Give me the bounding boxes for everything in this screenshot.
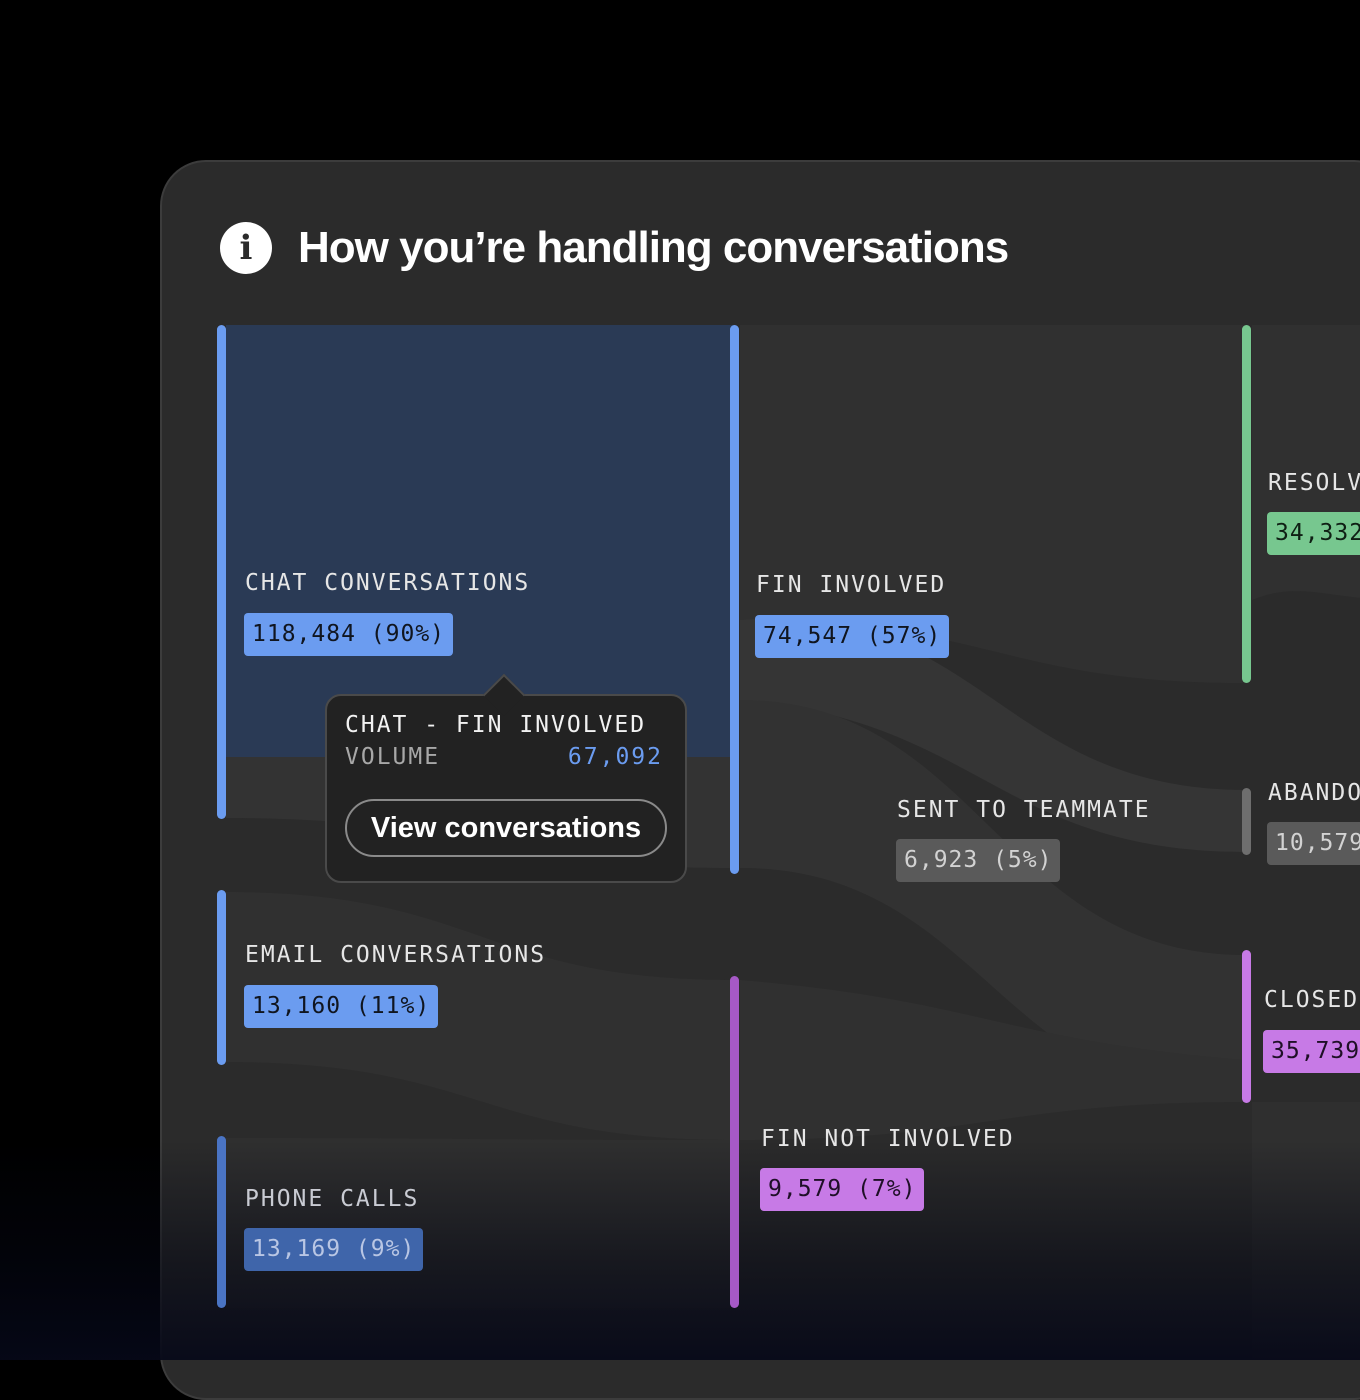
- closed-label: CLOSED: [1264, 987, 1360, 1013]
- tooltip-volume-label: VOLUME: [345, 744, 441, 770]
- fin-involved-node-bar[interactable]: [730, 325, 739, 874]
- resolved-out-flow[interactable]: [1252, 325, 1360, 600]
- email-node-label: EMAIL CONVERSATIONS: [245, 942, 547, 968]
- sent-to-teammate-value: 6,923 (5%): [896, 839, 1061, 882]
- email-node-value: 13,160 (11%): [244, 985, 439, 1028]
- resolved-value: 34,332: [1267, 512, 1360, 555]
- resolved-label: RESOLVE: [1268, 470, 1360, 496]
- page-title: How you’re handling conversations: [298, 223, 1009, 272]
- tooltip-volume-value: 67,092: [567, 744, 663, 770]
- sent-to-teammate-label: SENT TO TEAMMATE: [897, 797, 1151, 823]
- chat-node-bar[interactable]: [217, 325, 226, 819]
- notfin-right-flow[interactable]: [1252, 1102, 1360, 1360]
- sankey-flows: [226, 325, 1360, 1360]
- flow-tooltip: CHAT - FIN INVOLVED VOLUME 67,092 View c…: [325, 673, 687, 883]
- tooltip-title: CHAT - FIN INVOLVED: [345, 712, 647, 738]
- phone-node-bar[interactable]: [217, 1136, 226, 1308]
- closed-node-bar[interactable]: [1242, 950, 1251, 1103]
- phone-flow[interactable]: [226, 1138, 734, 1308]
- info-icon[interactable]: i: [220, 222, 272, 274]
- fin-not-involved-value: 9,579 (7%): [760, 1168, 925, 1211]
- fin-not-involved-label: FIN NOT INVOLVED: [761, 1126, 1015, 1152]
- fin-involved-value: 74,547 (57%): [755, 615, 950, 658]
- chat-fin-flow-highlight[interactable]: [226, 325, 734, 757]
- fin-involved-label: FIN INVOLVED: [756, 572, 947, 598]
- chart-header: i How you’re handling conversations: [220, 220, 1009, 276]
- phone-node-label: PHONE CALLS: [245, 1186, 420, 1212]
- closed-value: 35,739: [1263, 1030, 1360, 1073]
- chat-node-value: 118,484 (90%): [244, 613, 454, 656]
- chat-node-label: CHAT CONVERSATIONS: [245, 570, 531, 596]
- resolved-node-bar[interactable]: [1242, 325, 1251, 683]
- abandoned-label: ABANDON: [1268, 780, 1360, 806]
- phone-node-value: 13,169 (9%): [244, 1228, 424, 1271]
- abandoned-node-bar[interactable]: [1242, 788, 1251, 855]
- abandoned-value: 10,579: [1267, 822, 1360, 865]
- email-node-bar[interactable]: [217, 890, 226, 1065]
- view-conversations-button[interactable]: View conversations: [345, 799, 667, 857]
- fin-not-involved-node-bar[interactable]: [730, 976, 739, 1308]
